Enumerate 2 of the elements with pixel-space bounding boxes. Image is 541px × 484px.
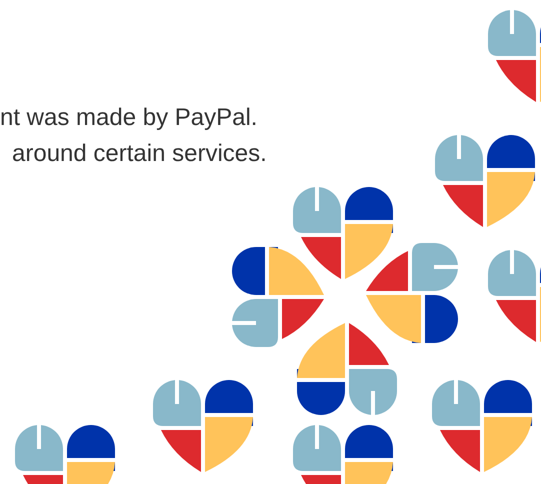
text-line: nt was made by PayPal. (0, 103, 258, 133)
text-line: around certain services. (11, 139, 267, 169)
